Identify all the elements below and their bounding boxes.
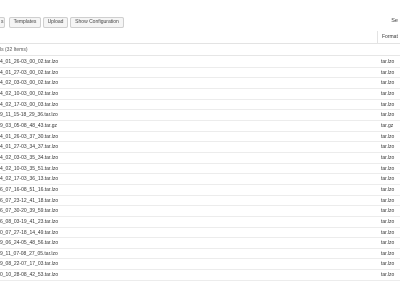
file-format: tar.lzo	[381, 197, 395, 204]
table-row[interactable]: 9_06_24-05_48_56.tar.lzo tar.lzo	[0, 238, 400, 249]
table-row[interactable]: 4_02_17-03_36_13.tar.lzo tar.lzo	[0, 174, 400, 185]
file-name[interactable]: 4_01_27-03_34_37.tar.lzo	[0, 142, 58, 152]
file-name[interactable]: 6_07_30-20_39_59.tar.lzo	[0, 206, 58, 216]
table-row[interactable]: 9_11_07-08_27_05.tar.lzo tar.lzo	[0, 249, 400, 260]
file-name[interactable]: 4_02_17-03_00_03.tar.lzo	[0, 100, 58, 110]
file-format: tar.lzo	[381, 101, 395, 108]
table-row[interactable]: 4_02_10-03_35_51.tar.lzo tar.lzo	[0, 164, 400, 175]
toolbar: s Templates Upload Show Configuration Se…	[0, 0, 400, 44]
folder-summary-row[interactable]: ls (32 Items)	[0, 44, 400, 56]
file-format: tar.lzo	[381, 208, 395, 215]
file-name[interactable]: 9_06_24-05_48_56.tar.lzo	[0, 238, 58, 248]
table-row[interactable]: 4_01_27-03_34_37.tar.lzo tar.lzo	[0, 142, 400, 153]
table-row[interactable]: 9_08_22-07_17_03.tar.lzo tar.lzo	[0, 259, 400, 271]
table-row[interactable]: 9_03_05-08_48_43.tar.gz tar.gz	[0, 121, 400, 132]
table-row[interactable]: 6_07_23-12_41_18.tar.lzo tar.lzo	[0, 196, 400, 207]
file-name[interactable]: 4_01_26-03_37_30.tar.lzo	[0, 132, 58, 142]
file-format: tar.lzo	[381, 250, 395, 257]
file-name[interactable]: 4_02_10-03_00_02.tar.lzo	[0, 89, 58, 99]
file-name[interactable]: 4_02_03-03_35_34.tar.lzo	[0, 153, 58, 163]
file-format: tar.lzo	[381, 261, 395, 268]
toolbar-first-button[interactable]: s	[0, 17, 5, 28]
file-format: tar.lzo	[381, 176, 395, 183]
file-name[interactable]: 4_01_27-03_00_02.tar.lzo	[0, 68, 58, 78]
file-name[interactable]: 9_11_07-08_27_05.tar.lzo	[0, 249, 58, 259]
file-name[interactable]: 9_03_05-08_48_43.tar.gz	[0, 121, 57, 131]
table-row[interactable]: 4_02_03-03_35_34.tar.lzo tar.lzo	[0, 153, 400, 164]
table-row[interactable]: 6_08_03-19_41_23.tar.lzo tar.lzo	[0, 217, 400, 228]
file-name[interactable]: 6_07_23-12_41_18.tar.lzo	[0, 196, 58, 206]
show-configuration-button[interactable]: Show Configuration	[70, 17, 124, 28]
file-name[interactable]: 0_10_28-08_42_53.tar.lzo	[0, 270, 58, 280]
file-name[interactable]: 0_07_27-18_14_49.tar.lzo	[0, 228, 58, 238]
file-format: tar.lzo	[381, 218, 395, 225]
file-format: tar.lzo	[381, 144, 395, 151]
table-row[interactable]: 6_07_16-08_51_16.tar.lzo tar.lzo	[0, 185, 400, 196]
file-name[interactable]: 9_11_15-18_29_36.tar.lzo	[0, 110, 58, 120]
table-header: Format	[0, 31, 400, 43]
file-name[interactable]: 4_01_26-03_00_02.tar.lzo	[0, 57, 58, 67]
file-format: tar.lzo	[381, 165, 395, 172]
upload-button[interactable]: Upload	[43, 17, 68, 28]
table-row[interactable]: 4_01_27-03_00_02.tar.lzo tar.lzo	[0, 68, 400, 79]
file-format: tar.lzo	[381, 133, 395, 140]
toolbar-right-label[interactable]: Se	[391, 18, 398, 24]
file-name[interactable]: 4_02_10-03_35_51.tar.lzo	[0, 164, 58, 174]
file-format: tar.gz	[381, 122, 394, 129]
file-name[interactable]: 4_02_03-03_00_02.tar.lzo	[0, 78, 58, 88]
file-format: tar.lzo	[381, 80, 395, 87]
table-row[interactable]: 4_01_26-03_00_02.tar.lzo tar.lzo	[0, 57, 400, 68]
file-list: 4_01_26-03_00_02.tar.lzo tar.lzo 4_01_27-0…	[0, 57, 400, 281]
file-format: tar.lzo	[381, 229, 395, 236]
templates-button[interactable]: Templates	[9, 17, 41, 28]
file-name[interactable]: 6_08_03-19_41_23.tar.lzo	[0, 217, 58, 227]
file-format: tar.lzo	[381, 90, 395, 97]
file-format: tar.lzo	[381, 59, 395, 65]
table-row[interactable]: 6_07_30-20_39_59.tar.lzo tar.lzo	[0, 206, 400, 217]
file-name[interactable]: 6_07_16-08_51_16.tar.lzo	[0, 185, 58, 195]
table-row[interactable]: 4_02_10-03_00_02.tar.lzo tar.lzo	[0, 89, 400, 100]
table-row[interactable]: 4_02_17-03_00_03.tar.lzo tar.lzo	[0, 100, 400, 111]
file-name[interactable]: 4_02_17-03_36_13.tar.lzo	[0, 174, 58, 184]
table-row[interactable]: 9_11_15-18_29_36.tar.lzo tar.lzo	[0, 110, 400, 121]
table-row[interactable]: 4_01_26-03_37_30.tar.lzo tar.lzo	[0, 132, 400, 143]
format-column-header[interactable]: Format	[377, 31, 400, 43]
file-format: tar.lzo	[381, 69, 395, 76]
table-row[interactable]: 0_10_28-08_42_53.tar.lzo tar.lzo	[0, 270, 400, 281]
file-format: tar.lzo	[381, 112, 395, 119]
file-format: tar.lzo	[381, 240, 395, 247]
file-name[interactable]: 9_08_22-07_17_03.tar.lzo	[0, 259, 58, 269]
table-row[interactable]: 4_02_03-03_00_02.tar.lzo tar.lzo	[0, 78, 400, 89]
file-format: tar.lzo	[381, 154, 395, 161]
table-row[interactable]: 0_07_27-18_14_49.tar.lzo tar.lzo	[0, 228, 400, 239]
file-format: tar.lzo	[381, 186, 395, 193]
file-format: tar.lzo	[381, 272, 395, 279]
